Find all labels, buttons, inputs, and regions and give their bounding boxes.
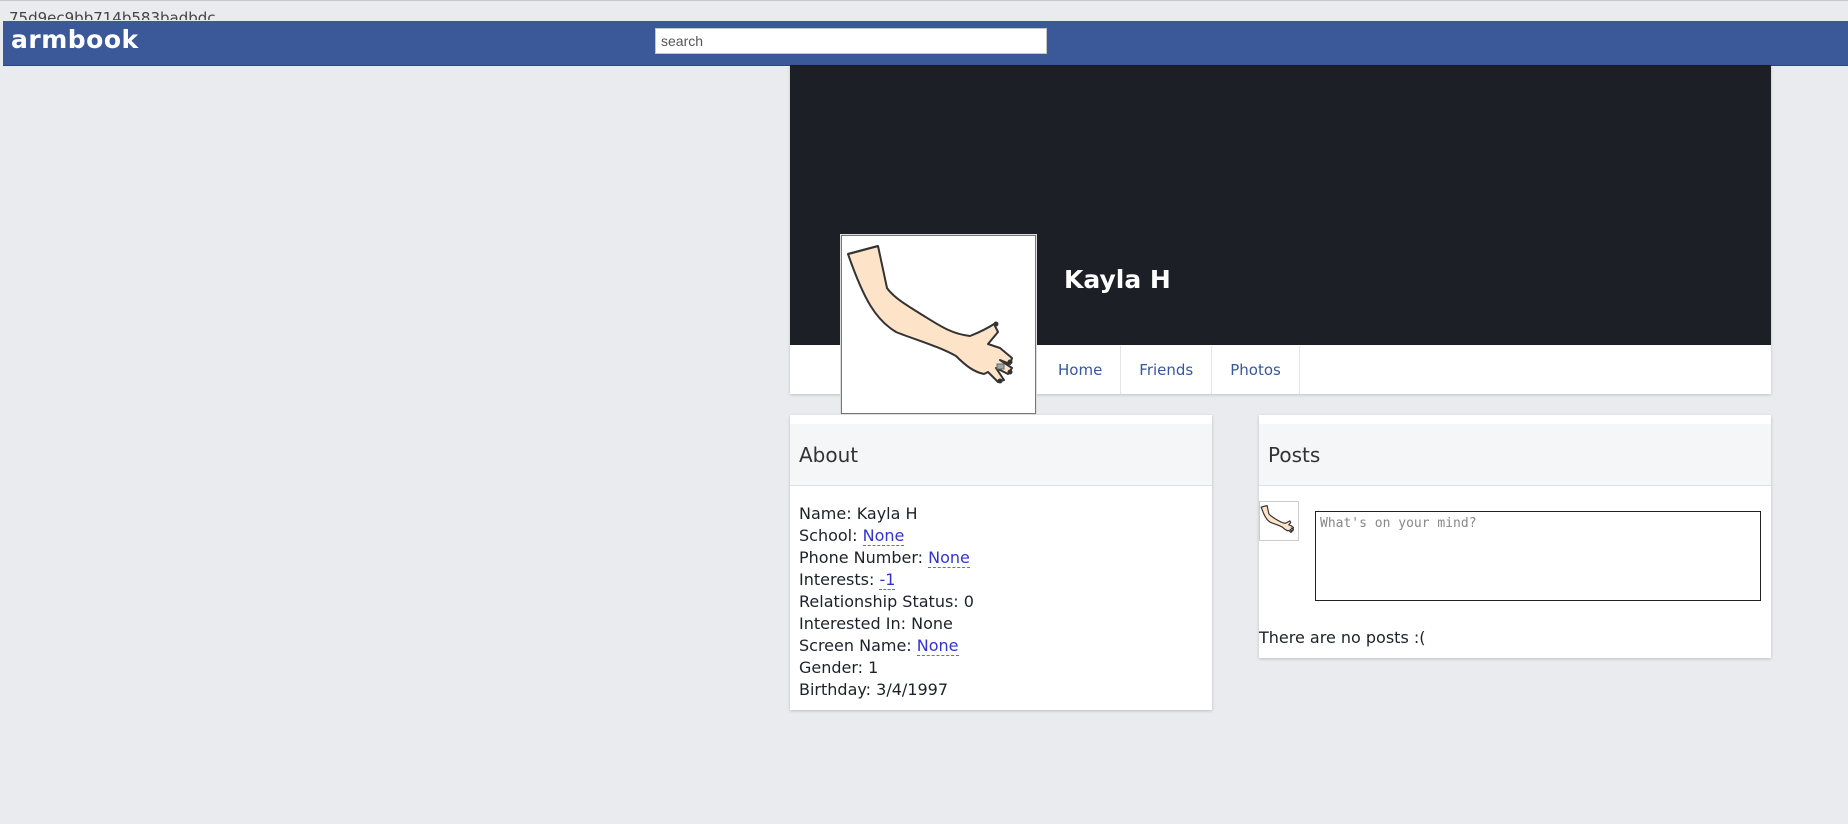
tab-photos[interactable]: Photos xyxy=(1212,346,1300,394)
about-row-phone: Phone Number: None xyxy=(799,547,974,569)
about-row-name: Name: Kayla H xyxy=(799,503,974,525)
about-row-birthday: Birthday: 3/4/1997 xyxy=(799,679,974,701)
about-value: Kayla H xyxy=(856,504,918,523)
posts-panel: Posts There are no posts :( xyxy=(1259,415,1771,658)
about-row-relationship: Relationship Status: 0 xyxy=(799,591,974,613)
posts-header: Posts xyxy=(1259,424,1771,486)
profile-picture[interactable] xyxy=(841,235,1036,414)
about-row-interested-in: Interested In: None xyxy=(799,613,974,635)
about-label: Relationship Status: xyxy=(799,592,959,611)
site-logo[interactable]: armbook xyxy=(11,25,139,54)
about-title: About xyxy=(799,443,859,467)
arm-hand-icon xyxy=(847,245,1013,384)
about-label: Name: xyxy=(799,504,852,523)
search-input[interactable] xyxy=(655,28,1047,54)
about-label: Screen Name: xyxy=(799,636,912,655)
about-value: 3/4/1997 xyxy=(876,680,949,699)
no-posts-message: There are no posts :( xyxy=(1259,628,1426,647)
school-edit-link[interactable]: None xyxy=(862,526,905,546)
post-avatar xyxy=(1259,501,1299,541)
about-row-gender: Gender: 1 xyxy=(799,657,974,679)
profile-card: Kayla H Home Friends Photos xyxy=(790,65,1771,414)
about-label: School: xyxy=(799,526,858,545)
about-value: 1 xyxy=(868,658,879,677)
about-row-screen-name: Screen Name: None xyxy=(799,635,974,657)
posts-title: Posts xyxy=(1268,443,1321,467)
top-navbar: armbook xyxy=(3,21,1848,66)
about-label: Birthday: xyxy=(799,680,872,699)
profile-tabs: Home Friends Photos xyxy=(1040,346,1300,394)
about-label: Interested In: xyxy=(799,614,906,633)
about-label: Phone Number: xyxy=(799,548,924,567)
post-input[interactable] xyxy=(1315,511,1761,601)
about-field-list: Name: Kayla H School: None Phone Number:… xyxy=(799,503,974,701)
screen-name-edit-link[interactable]: None xyxy=(916,636,959,656)
tab-friends[interactable]: Friends xyxy=(1121,346,1213,394)
interests-edit-link[interactable]: -1 xyxy=(879,570,896,590)
about-row-school: School: None xyxy=(799,525,974,547)
phone-edit-link[interactable]: None xyxy=(928,548,970,568)
about-row-interests: Interests: -1 xyxy=(799,569,974,591)
about-label: Gender: xyxy=(799,658,864,677)
about-value: 0 xyxy=(963,592,974,611)
about-label: Interests: xyxy=(799,570,875,589)
about-panel: About Name: Kayla H School: None Phone N… xyxy=(790,415,1212,710)
page-hash-text: 75d9ec9bb714b583badbdc xyxy=(9,9,216,20)
profile-name: Kayla H xyxy=(1064,265,1171,294)
tab-home[interactable]: Home xyxy=(1040,346,1122,394)
arm-hand-icon xyxy=(1260,504,1295,533)
about-value: None xyxy=(911,614,953,633)
top-border-line xyxy=(0,0,1848,1)
about-header: About xyxy=(790,424,1212,486)
